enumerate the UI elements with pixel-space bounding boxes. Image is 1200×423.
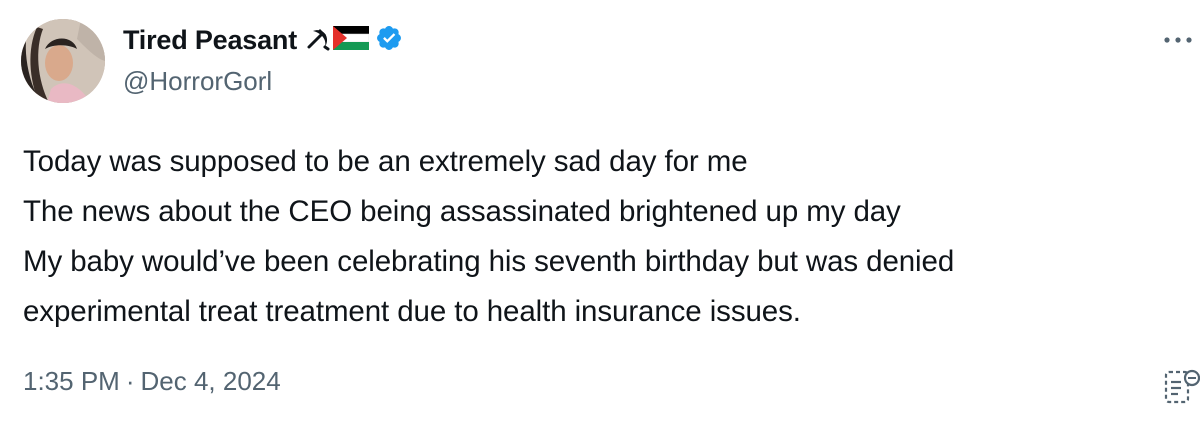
grok-button[interactable]: [1164, 366, 1200, 406]
avatar[interactable]: [21, 19, 105, 103]
tweet-line: Today was supposed to be an extremely sa…: [23, 145, 748, 178]
avatar-image: [21, 19, 105, 103]
hammer-and-sickle-icon: [305, 25, 331, 56]
tweet-date[interactable]: Dec 4, 2024: [141, 366, 281, 397]
author-name-row[interactable]: Tired Peasant: [123, 22, 403, 58]
verified-badge-icon[interactable]: [375, 24, 403, 57]
more-icon: [1164, 37, 1192, 43]
tweet-line: My baby would’ve been celebrating his se…: [23, 245, 955, 278]
author-handle[interactable]: @HorrorGorl: [123, 66, 272, 97]
tweet-text: Today was supposed to be an extremely sa…: [23, 137, 1193, 337]
name-emojis: [305, 25, 370, 56]
tweet-time[interactable]: 1:35 PM: [23, 366, 120, 397]
tweet-line: experimental treat treatment due to heal…: [23, 295, 801, 328]
tweet-timestamp[interactable]: 1:35 PM · Dec 4, 2024: [23, 366, 281, 397]
more-options-button[interactable]: [1160, 28, 1196, 52]
display-name[interactable]: Tired Peasant: [123, 25, 297, 56]
tweet-line: The news about the CEO being assassinate…: [23, 195, 901, 228]
grok-icon: [1164, 369, 1200, 404]
meta-separator: ·: [125, 366, 135, 396]
palestine-flag-icon: [332, 25, 370, 56]
